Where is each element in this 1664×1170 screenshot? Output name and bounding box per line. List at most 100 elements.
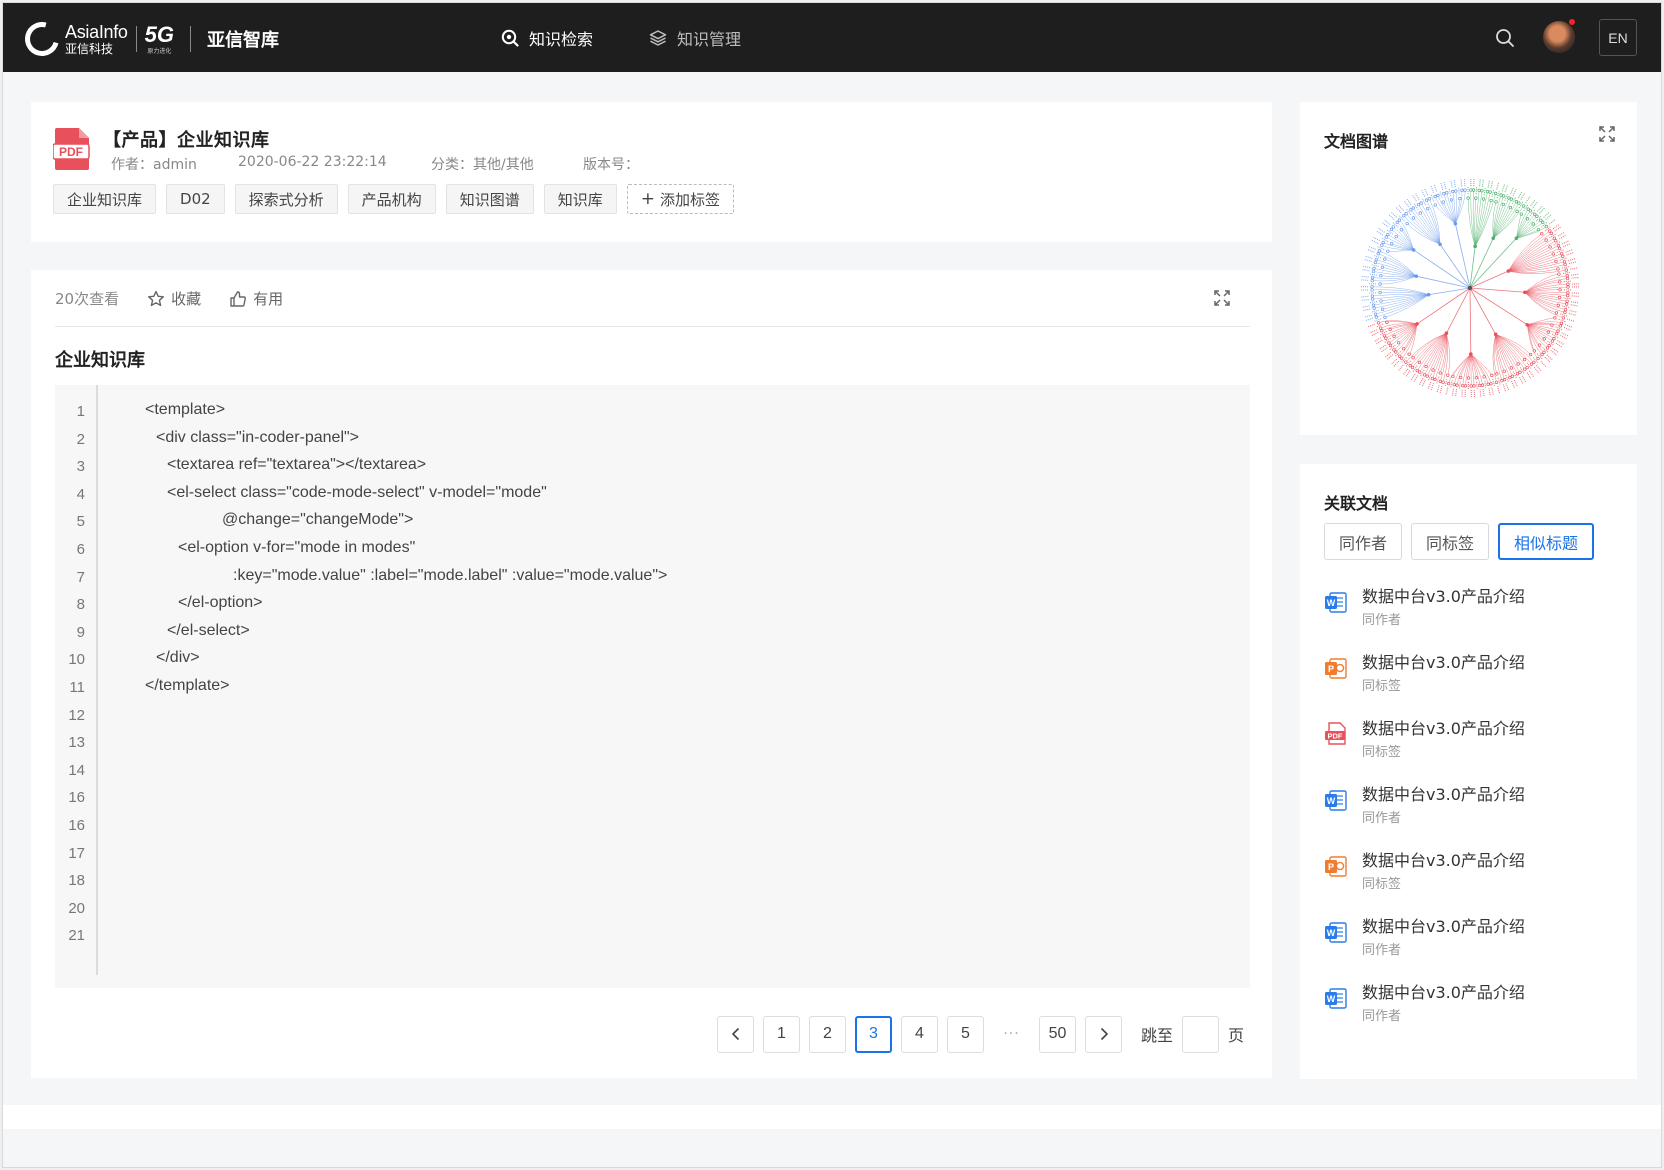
content-toolbar: 20次查看 收藏 有用: [55, 288, 311, 309]
add-tag-button[interactable]: + 添加标签: [626, 184, 734, 214]
line-number: 16: [68, 817, 85, 834]
plus-icon: +: [640, 188, 655, 209]
thumbs-up-icon: [230, 290, 247, 307]
next-page-button[interactable]: [1085, 1015, 1122, 1053]
page-unit-label: 页: [1228, 1026, 1245, 1045]
filter-same-author[interactable]: 同作者: [1324, 523, 1403, 560]
word-icon: W: [1324, 920, 1348, 944]
tag-chip[interactable]: 探索式分析: [234, 184, 338, 214]
code-line: </template>: [145, 677, 230, 694]
jump-page-input[interactable]: [1182, 1015, 1220, 1053]
related-doc-relation: 同标签: [1362, 745, 1402, 760]
fullscreen-icon[interactable]: [1597, 124, 1617, 144]
line-number: 1: [76, 403, 85, 420]
svg-text:P: P: [1328, 664, 1334, 674]
page-button[interactable]: 4: [901, 1015, 938, 1053]
code-line: @change="changeMode">: [222, 511, 414, 529]
svg-text:P: P: [1328, 862, 1334, 872]
more-pages-ellipsis[interactable]: ···: [993, 1026, 1030, 1042]
pagination: 1 2 3 4 5 ··· 50 跳至 页: [717, 1015, 1244, 1053]
logo-5g-subtitle: 原力进化: [147, 47, 172, 55]
related-doc-title: 数据中台v3.0产品介绍: [1362, 917, 1525, 936]
related-doc-title: 数据中台v3.0产品介绍: [1362, 719, 1525, 738]
code-line: <template>: [145, 401, 226, 418]
search-doc-icon: [501, 29, 519, 47]
prev-page-button[interactable]: [717, 1015, 754, 1053]
word-icon: W: [1324, 590, 1348, 614]
line-number-gutter: 1 2 3 4 5 6 7 8 9 10 11 12 13 14 16 16 17 18 20 21: [55, 385, 98, 975]
line-number: 5: [76, 513, 85, 531]
logo-5g-text: 5G: [144, 21, 174, 47]
section-title: 企业知识库: [55, 350, 145, 371]
line-number: 2: [76, 430, 85, 448]
search-icon[interactable]: [1495, 28, 1515, 48]
add-tag-label: 添加标签: [659, 190, 720, 209]
line-number: 8: [76, 596, 85, 614]
tag-chip[interactable]: 知识库: [543, 184, 617, 214]
fullscreen-icon[interactable]: [1212, 288, 1232, 308]
line-number: 13: [68, 734, 85, 752]
language-switch-button[interactable]: EN: [1599, 19, 1637, 56]
ppt-icon: P: [1324, 854, 1348, 878]
nav-knowledge-search[interactable]: 知识检索: [501, 3, 593, 72]
line-number: 9: [76, 623, 85, 641]
line-number: 7: [76, 568, 85, 586]
svg-text:W: W: [1327, 796, 1336, 806]
useful-label: 有用: [253, 290, 284, 308]
related-doc-relation: 同作者: [1362, 613, 1402, 628]
page-button[interactable]: 5: [947, 1015, 984, 1053]
footer-strip: [3, 1105, 1661, 1129]
code-line: </div>: [156, 649, 200, 667]
tag-chip[interactable]: 知识图谱: [445, 184, 534, 214]
line-number: 6: [76, 541, 85, 558]
code-line: <div class="in-coder-panel">: [156, 428, 360, 446]
related-filter-tabs: 同作者 同标签 相似标题: [1324, 523, 1603, 560]
page-button[interactable]: 1: [763, 1015, 800, 1053]
page-button-current[interactable]: 3: [855, 1015, 892, 1053]
svg-text:PDF: PDF: [1328, 732, 1343, 741]
radial-tree-graph[interactable]: [1342, 170, 1598, 406]
document-author: 作者：admin: [111, 157, 197, 173]
related-doc-relation: 同标签: [1362, 877, 1402, 892]
pdf-icon: PDF: [52, 128, 91, 170]
document-content-card: 20次查看 收藏 有用 企业知识库 1 2 3 4 5 6 7 8 9 10 11 12 13 14 16 1…: [31, 270, 1272, 1078]
page-button[interactable]: 2: [809, 1015, 846, 1053]
related-doc-title: 数据中台v3.0产品介绍: [1362, 653, 1525, 672]
filter-similar-title[interactable]: 相似标题: [1498, 523, 1595, 560]
related-doc-title: 数据中台v3.0产品介绍: [1362, 851, 1525, 870]
code-line: </el-select>: [167, 621, 250, 639]
code-line: :key="mode.value" :label="mode.label" :v…: [233, 566, 668, 584]
nav-label: 知识管理: [677, 29, 742, 49]
favorite-button[interactable]: 收藏: [147, 288, 201, 309]
layers-icon: [649, 29, 667, 47]
logo-english-name: AsiaInfo: [65, 22, 128, 42]
related-doc-title: 数据中台v3.0产品介绍: [1362, 587, 1525, 606]
tag-chip[interactable]: 企业知识库: [53, 184, 157, 214]
line-number: 4: [76, 485, 85, 503]
tag-chip[interactable]: D02: [166, 184, 225, 214]
nav-knowledge-manage[interactable]: 知识管理: [649, 3, 741, 72]
app-frame: AsiaInfo 亚信科技 5G 原力进化 亚信智库 知识检索 知识管理 EN …: [2, 2, 1662, 1168]
toolbar-divider: [55, 326, 1250, 327]
useful-button[interactable]: 有用: [229, 288, 283, 309]
related-doc-relation: 同标签: [1362, 679, 1402, 694]
app-title: 亚信智库: [207, 30, 279, 51]
page-button-last[interactable]: 50: [1039, 1015, 1076, 1053]
graph-title: 文档图谱: [1324, 132, 1389, 151]
ppt-icon: P: [1324, 656, 1348, 680]
star-icon: [148, 290, 165, 306]
favorite-label: 收藏: [171, 290, 202, 308]
tag-list: 企业知识库 D02 探索式分析 产品机构 知识图谱 知识库 + 添加标签: [53, 184, 744, 214]
document-date: 2020-06-22 23:22:14: [238, 154, 387, 170]
logo-divider: [190, 26, 191, 52]
tag-chip[interactable]: 产品机构: [347, 184, 436, 214]
view-count: 20次查看: [55, 290, 120, 308]
svg-text:PDF: PDF: [59, 145, 83, 159]
filter-same-tag[interactable]: 同标签: [1411, 523, 1490, 560]
brand-logo[interactable]: AsiaInfo 亚信科技 5G 原力进化 亚信智库: [18, 15, 279, 63]
code-viewer[interactable]: 1 2 3 4 5 6 7 8 9 10 11 12 13 14 16 16 17 18 20 21 <templat…: [55, 385, 1250, 988]
line-number: 16: [68, 789, 85, 807]
word-icon: W: [1324, 986, 1348, 1010]
logo-5g-mark: 5G 原力进化: [144, 21, 174, 55]
line-number: 18: [68, 872, 85, 890]
